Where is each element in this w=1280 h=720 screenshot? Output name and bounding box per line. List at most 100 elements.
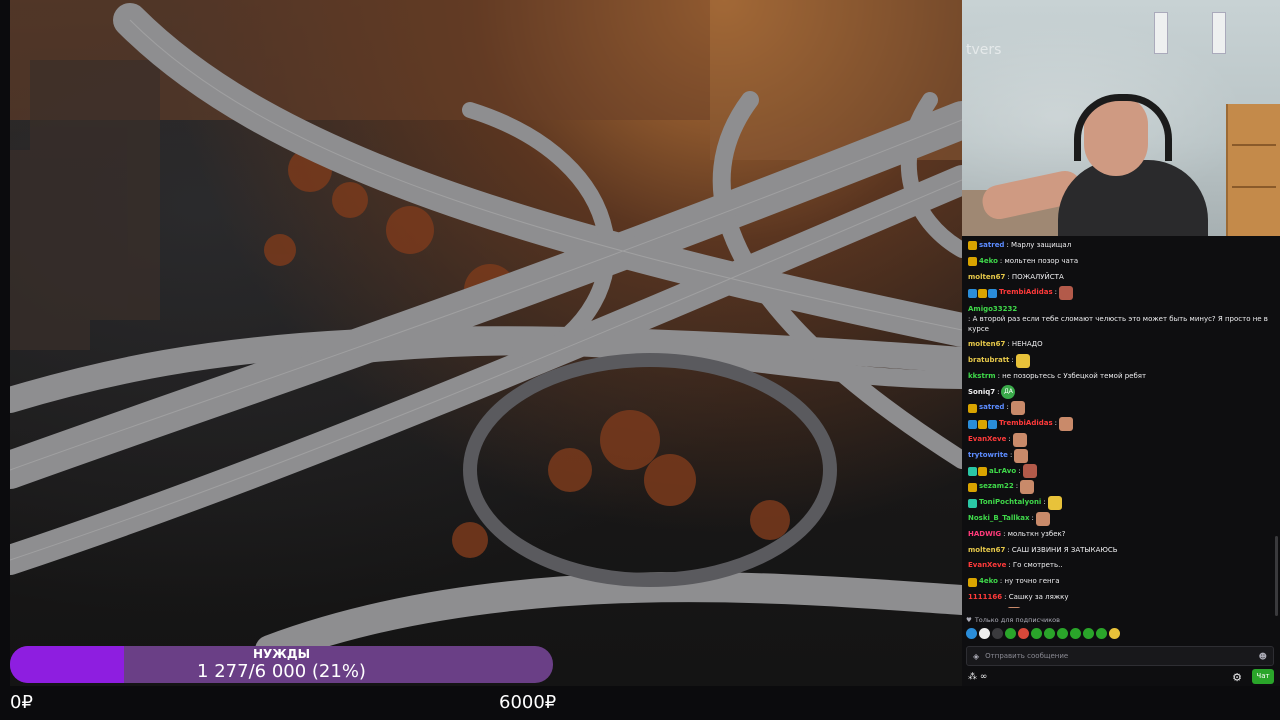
emote-icon[interactable] [1012, 432, 1027, 447]
chat-username[interactable]: molten67 [968, 337, 1005, 353]
badge-icon[interactable] [968, 288, 977, 298]
chat-username[interactable]: 4eko [979, 574, 998, 590]
emote-icon[interactable] [1018, 628, 1029, 639]
badge-icon[interactable] [978, 466, 987, 476]
badge-icon[interactable] [968, 403, 977, 413]
emote-icon[interactable] [1096, 628, 1107, 639]
donation-goal-bar: НУЖДЫ 1 277/6 000 (21%) [10, 646, 553, 683]
chat-username[interactable]: HADWIG [968, 527, 1001, 543]
chat-username[interactable]: 1111166 [968, 590, 1002, 606]
emote-icon[interactable] [1015, 353, 1030, 368]
chat-message: ToniPochtalyoni: [968, 495, 1268, 511]
badge-icon[interactable] [988, 288, 997, 298]
chat-username[interactable]: 4eko [979, 254, 998, 270]
emote-icon[interactable] [1035, 511, 1050, 526]
emote-icon[interactable] [1109, 628, 1120, 639]
emote-icon[interactable] [1010, 401, 1025, 416]
goal-labels-bar [0, 686, 1280, 720]
chat-badge-icon[interactable]: ◈ [973, 652, 979, 661]
badge-icon[interactable] [968, 466, 977, 476]
chat-message-text: : Го смотреть.. [1008, 561, 1063, 570]
chat-message-text: : [1003, 606, 1005, 608]
badge-icon[interactable] [988, 419, 997, 429]
chat-actions: ⁂ ∞ ⚙ Чат [966, 669, 1276, 686]
chat-username[interactable]: molten67 [968, 543, 1005, 559]
emote-icon[interactable] [1044, 628, 1055, 639]
video-frame [10, 0, 962, 686]
emote-icon[interactable]: ДА [1001, 385, 1016, 400]
emote-icon[interactable] [1022, 464, 1037, 479]
chat-message: Amigo33232: А второй раз если тебе слома… [968, 301, 1268, 337]
badge-icon[interactable] [968, 241, 977, 251]
emote-icon[interactable] [1005, 628, 1016, 639]
chat-message-list[interactable]: satred: Марлу защищал 4eko: мольтен позор… [968, 238, 1268, 608]
emote-icon[interactable] [1020, 480, 1035, 495]
emote-icon[interactable] [1059, 417, 1073, 432]
chat-username[interactable]: EvanXeve [968, 432, 1006, 448]
chat-message: EvanXeve: Го смотреть.. [968, 558, 1268, 574]
chat-message-text: : А второй раз если тебе сломают челюсть… [968, 315, 1268, 334]
chat-username[interactable]: sezam22 [979, 479, 1014, 495]
chat-username[interactable]: Soniq7 [968, 385, 995, 401]
chat-username[interactable]: vertel24 [968, 606, 1001, 608]
emote-icon[interactable] [1070, 628, 1081, 639]
emote-icon[interactable] [979, 628, 990, 639]
chat-message-text: : мольтен позор чата [999, 256, 1079, 265]
emote-icon[interactable] [1047, 496, 1062, 511]
chat-scrollbar[interactable] [1275, 536, 1278, 616]
goal-max-label: 6000₽ [499, 692, 557, 713]
left-edge [0, 0, 10, 686]
badge-icon[interactable] [968, 577, 977, 587]
emote-icon[interactable] [1083, 628, 1094, 639]
chat-username[interactable]: kkstrm [968, 369, 996, 385]
badge-icon[interactable] [978, 288, 987, 298]
chat-username[interactable]: molten67 [968, 270, 1005, 286]
chat-badges [968, 577, 977, 587]
chat-username[interactable]: EvanXeve [968, 558, 1006, 574]
emote-picker-row[interactable] [966, 628, 1120, 639]
chat-input[interactable]: ◈ Отправить сообщение ☻ [966, 646, 1274, 666]
badge-icon[interactable] [968, 498, 977, 508]
chat-badges [968, 498, 977, 508]
badge-icon[interactable] [968, 419, 977, 429]
emote-icon[interactable] [1031, 628, 1042, 639]
chat-message: bratubratt: [968, 353, 1268, 369]
chat-message-text: : Сашку за ляжку [1004, 592, 1069, 601]
chat-message-text: : не позорьтесь с Узбецкой темой ребят [997, 371, 1147, 380]
chat-message-text: : Марлу защищал [1006, 241, 1072, 249]
chat-message: 4eko: мольтен позор чата [968, 254, 1268, 270]
emote-icon[interactable] [992, 628, 1003, 639]
badge-icon[interactable] [978, 419, 987, 429]
chat-username[interactable]: satred [979, 400, 1004, 416]
chat-username[interactable]: satred [979, 238, 1004, 254]
emote-icon[interactable] [966, 628, 977, 639]
emote-picker-icon[interactable]: ☻ [1259, 652, 1267, 661]
badge-icon[interactable] [968, 482, 977, 492]
channel-points-button[interactable]: ⁂ ∞ [968, 672, 987, 682]
chat-message-text: : ПОЖАЛУЙСТА [1007, 272, 1064, 281]
chat-username[interactable]: Noski_B_Tallkax [968, 511, 1030, 527]
emote-icon[interactable] [1059, 286, 1073, 301]
chat-message-text: : [1031, 513, 1034, 522]
emote-icon[interactable] [1057, 628, 1068, 639]
emote-icon[interactable] [1007, 606, 1022, 608]
badge-icon[interactable] [968, 257, 977, 267]
chat-username[interactable]: TrembiAdidas [999, 285, 1053, 301]
subs-only-notice: ♥ Только для подписчиков [966, 616, 1060, 624]
chat-username[interactable]: TrembiAdidas [999, 416, 1053, 432]
goal-min-label: 0₽ [10, 692, 33, 713]
gear-icon[interactable]: ⚙ [1232, 671, 1242, 684]
chat-message-text: : [1054, 419, 1057, 428]
chat-username[interactable]: aLrAvo [989, 464, 1016, 480]
chat-username[interactable]: ToniPochtalyoni [979, 495, 1041, 511]
chat-input-placeholder: Отправить сообщение [985, 652, 1069, 660]
chat-username[interactable]: trytowrite [968, 448, 1008, 464]
chat-username[interactable]: Amigo33232 [968, 304, 1017, 314]
chat-badges [968, 466, 987, 476]
emote-icon[interactable] [1014, 448, 1029, 463]
send-chat-button[interactable]: Чат [1252, 669, 1274, 684]
goal-amount: 1 277/6 000 (21%) [197, 661, 366, 682]
chat-username[interactable]: bratubratt [968, 353, 1009, 369]
cabinet [1226, 104, 1280, 236]
chat-message-text: : [1009, 450, 1013, 459]
